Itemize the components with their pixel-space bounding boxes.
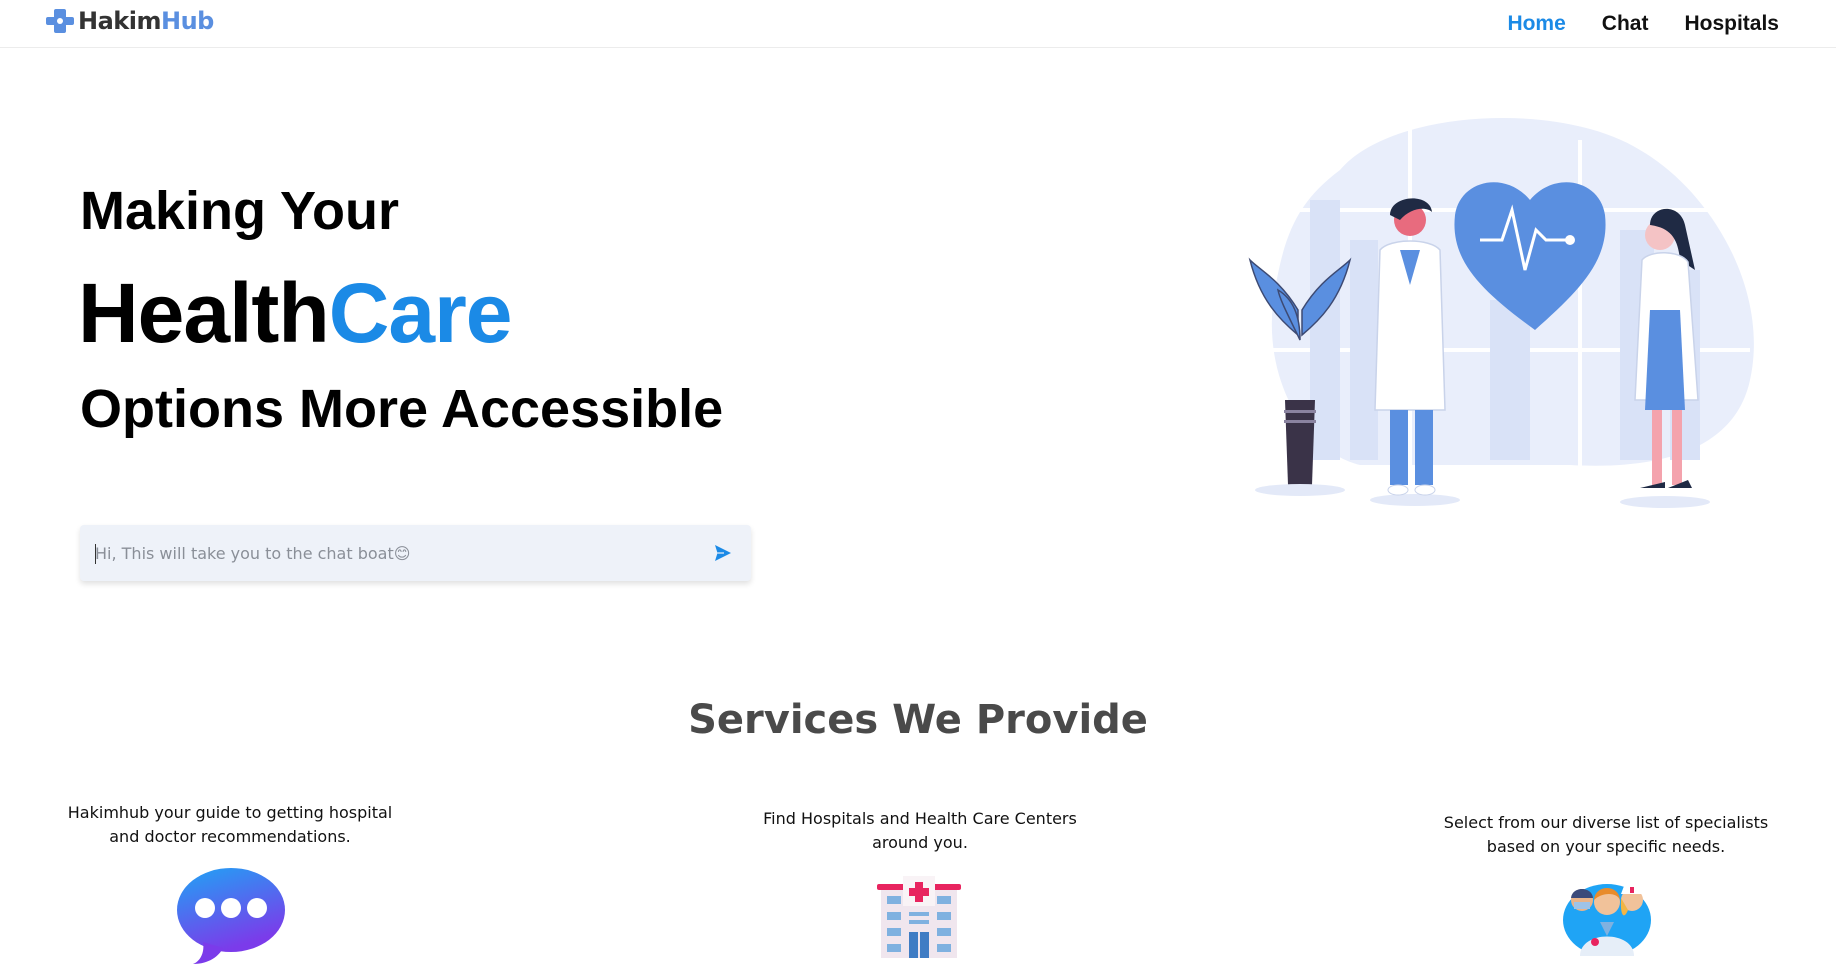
logo-text-part2: Hub (160, 7, 214, 35)
top-navbar: HakimHub Home Chat Hospitals (0, 0, 1836, 48)
service-guide-text: Hakimhub your guide to getting hospital … (67, 803, 393, 846)
logo-text-part1: Hakim (78, 7, 161, 35)
services-title: Services We Provide (688, 697, 1148, 743)
nav-link-chat[interactable]: Chat (1602, 12, 1649, 36)
hospital-icon (877, 876, 961, 958)
service-specialists-text: Select from our diverse list of speciali… (1443, 813, 1769, 856)
hero-health: Health (78, 266, 330, 360)
send-icon (715, 545, 731, 561)
text-caret (95, 544, 96, 564)
chat-input-box (80, 525, 751, 581)
hero-line-3: Options More Accessible (80, 379, 724, 439)
chat-input[interactable] (80, 525, 701, 581)
logo[interactable]: HakimHub (45, 6, 214, 36)
service-hospitals-text: Find Hospitals and Health Care Centers a… (763, 809, 1077, 852)
nav-link-hospitals[interactable]: Hospitals (1684, 12, 1779, 36)
send-button[interactable] (701, 531, 745, 575)
logo-text: HakimHub (78, 7, 214, 35)
chat-bubble-icon (177, 868, 285, 964)
hero-line-1: Making Your (80, 181, 400, 241)
hero-line-2: HealthCare (78, 265, 513, 362)
medical-cross-icon (46, 9, 74, 33)
hero-care: Care (328, 266, 513, 360)
nav-links: Home Chat Hospitals (1507, 12, 1779, 36)
doctors-icon (1563, 884, 1651, 956)
doctors-illustration (1248, 115, 1754, 508)
nav-link-home[interactable]: Home (1507, 12, 1565, 36)
